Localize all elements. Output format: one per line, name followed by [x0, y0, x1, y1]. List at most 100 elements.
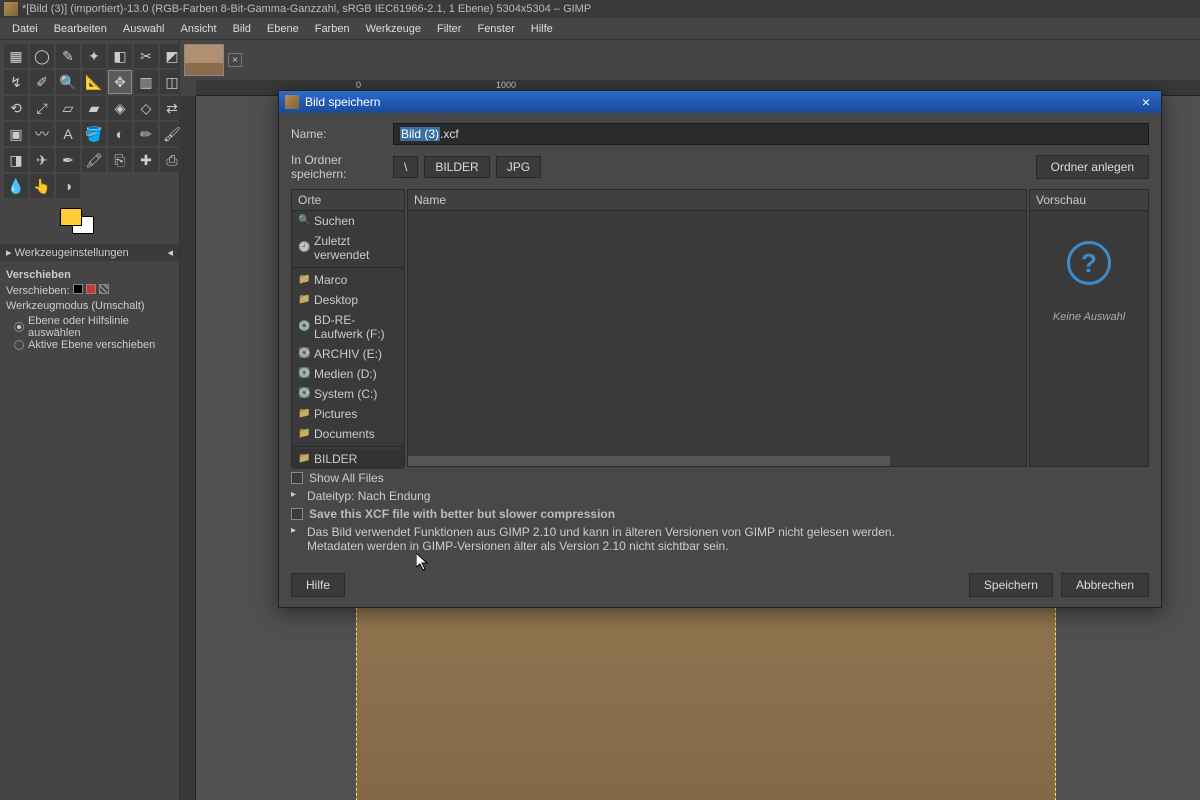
opt-move-active[interactable]: Aktive Ebene verschieben — [14, 339, 173, 351]
expander-icon[interactable]: ▸ — [291, 489, 301, 500]
save-button[interactable]: Speichern — [969, 573, 1053, 597]
dialog-close-icon[interactable]: × — [1137, 93, 1155, 111]
place-icon: 🕘 — [298, 242, 310, 254]
menubar: Datei Bearbeiten Auswahl Ansicht Bild Eb… — [0, 18, 1200, 40]
path-root[interactable]: \ — [393, 156, 418, 178]
tool-pencil[interactable]: ✏ — [134, 122, 158, 146]
dialog-title: Bild speichern — [305, 95, 380, 109]
path-seg-bilder[interactable]: BILDER — [424, 156, 489, 178]
place-item[interactable]: 📁BILDER — [292, 449, 404, 469]
place-item[interactable]: 🕘Zuletzt verwendet — [292, 231, 404, 265]
tool-clone[interactable]: ⎘ — [108, 148, 132, 172]
file-list[interactable]: Name — [407, 189, 1027, 467]
menu-fenster[interactable]: Fenster — [469, 20, 522, 38]
save-dialog: Bild speichern × Name: Bild (3).xcf In O… — [278, 90, 1162, 608]
place-label: Marco — [314, 273, 347, 287]
image-tabs: × — [180, 40, 1200, 80]
tool-color-picker[interactable]: ✐ — [30, 70, 54, 94]
tool-ellipse-select[interactable]: ◯ — [30, 44, 54, 68]
place-item[interactable]: 🔍Suchen — [292, 211, 404, 231]
menu-farben[interactable]: Farben — [307, 20, 358, 38]
opt-pick-layer[interactable]: Ebene oder Hilfslinie auswählen — [14, 315, 173, 339]
dialog-titlebar[interactable]: Bild speichern × — [279, 91, 1161, 113]
fg-color[interactable] — [60, 208, 82, 226]
tool-ink[interactable]: ✒ — [56, 148, 80, 172]
show-all-checkbox[interactable] — [291, 472, 303, 484]
tool-perspective[interactable]: ▰ — [82, 96, 106, 120]
place-icon: 💽 — [298, 388, 310, 400]
tool-handle[interactable]: ◇ — [134, 96, 158, 120]
preview-header: Vorschau — [1030, 190, 1148, 211]
tool-by-color[interactable]: ◧ — [108, 44, 132, 68]
menu-werkzeuge[interactable]: Werkzeuge — [358, 20, 429, 38]
menu-ansicht[interactable]: Ansicht — [172, 20, 224, 38]
tool-move[interactable]: ✥ — [108, 70, 132, 94]
tool-scissors[interactable]: ✂ — [134, 44, 158, 68]
tool-cage[interactable]: ▣ — [4, 122, 28, 146]
place-item[interactable]: 💽ARCHIV (E:) — [292, 344, 404, 364]
tool-align[interactable]: ▥ — [134, 70, 158, 94]
menu-hilfe[interactable]: Hilfe — [523, 20, 561, 38]
menu-datei[interactable]: Datei — [4, 20, 46, 38]
tool-gradient[interactable]: ◐ — [108, 122, 132, 146]
cancel-button[interactable]: Abbrechen — [1061, 573, 1149, 597]
path-seg-jpg[interactable]: JPG — [496, 156, 541, 178]
tool-mode-label: Werkzeugmodus (Umschalt) — [6, 300, 173, 312]
tool-bucket[interactable]: 🪣 — [82, 122, 106, 146]
menu-ebene[interactable]: Ebene — [259, 20, 307, 38]
tool-heal[interactable]: ✚ — [134, 148, 158, 172]
tool-options-menu-icon[interactable]: ◂ — [167, 246, 173, 259]
tool-rotate[interactable]: ⟲ — [4, 96, 28, 120]
compat-expander[interactable]: ▸ Das Bild verwendet Funktionen aus GIMP… — [291, 525, 1149, 553]
menu-bild[interactable]: Bild — [225, 20, 259, 38]
place-item[interactable]: 📁 Marco — [292, 270, 404, 290]
move-path-icon[interactable] — [99, 284, 109, 294]
place-label: Medien (D:) — [314, 367, 377, 381]
folder-label: In Ordner speichern: — [291, 153, 387, 181]
tool-scale[interactable]: ⤢ — [30, 96, 54, 120]
show-all-files-row[interactable]: Show All Files — [291, 471, 1149, 485]
place-item[interactable]: 💽System (C:) — [292, 384, 404, 404]
tool-paths[interactable]: ↯ — [4, 70, 28, 94]
tool-free-select[interactable]: ✎ — [56, 44, 80, 68]
horizontal-scrollbar[interactable] — [408, 456, 890, 466]
move-layer-icon[interactable] — [73, 284, 83, 294]
tool-blur[interactable]: 💧 — [4, 174, 28, 198]
tool-text[interactable]: A — [56, 122, 80, 146]
place-item[interactable]: 📁Desktop — [292, 290, 404, 310]
tool-dodge[interactable]: ◑ — [56, 174, 80, 198]
place-item[interactable]: 📁Documents — [292, 424, 404, 444]
tool-eraser[interactable]: ◨ — [4, 148, 28, 172]
place-icon: 📁 — [298, 274, 310, 286]
color-swatch[interactable] — [60, 208, 100, 238]
place-item[interactable]: 💽Medien (D:) — [292, 364, 404, 384]
image-tab-close-icon[interactable]: × — [228, 53, 242, 67]
tool-fuzzy-select[interactable]: ✦ — [82, 44, 106, 68]
place-label: Suchen — [314, 214, 355, 228]
filetype-row[interactable]: ▸ Dateityp: Nach Endung — [291, 489, 1149, 503]
menu-filter[interactable]: Filter — [429, 20, 469, 38]
window-titlebar: *[Bild (3)] (importiert)-13.0 (RGB-Farbe… — [0, 0, 1200, 18]
tool-zoom[interactable]: 🔍 — [56, 70, 80, 94]
tool-smudge[interactable]: 👆 — [30, 174, 54, 198]
tool-unified[interactable]: ◈ — [108, 96, 132, 120]
tool-rect-select[interactable]: ▦ — [4, 44, 28, 68]
image-tab-thumb[interactable] — [184, 44, 224, 76]
place-item[interactable]: 💿BD-RE-Laufwerk (F:) — [292, 310, 404, 344]
tool-measure[interactable]: 📐 — [82, 70, 106, 94]
place-item[interactable]: 📁Pictures — [292, 404, 404, 424]
expander-icon[interactable]: ▸ — [291, 525, 301, 536]
tool-warp[interactable]: 〰 — [30, 122, 54, 146]
tool-airbrush[interactable]: ✈ — [30, 148, 54, 172]
filename-input[interactable]: Bild (3).xcf — [393, 123, 1149, 145]
tool-shear[interactable]: ▱ — [56, 96, 80, 120]
xcf-compression-checkbox[interactable] — [291, 508, 303, 520]
help-button[interactable]: Hilfe — [291, 573, 345, 597]
new-folder-button[interactable]: Ordner anlegen — [1036, 155, 1149, 179]
window-title: *[Bild (3)] (importiert)-13.0 (RGB-Farbe… — [22, 3, 591, 15]
xcf-compression-row[interactable]: Save this XCF file with better but slowe… — [291, 507, 1149, 521]
menu-bearbeiten[interactable]: Bearbeiten — [46, 20, 115, 38]
menu-auswahl[interactable]: Auswahl — [115, 20, 173, 38]
tool-mypaint[interactable]: 🖍 — [82, 148, 106, 172]
move-selection-icon[interactable] — [86, 284, 96, 294]
